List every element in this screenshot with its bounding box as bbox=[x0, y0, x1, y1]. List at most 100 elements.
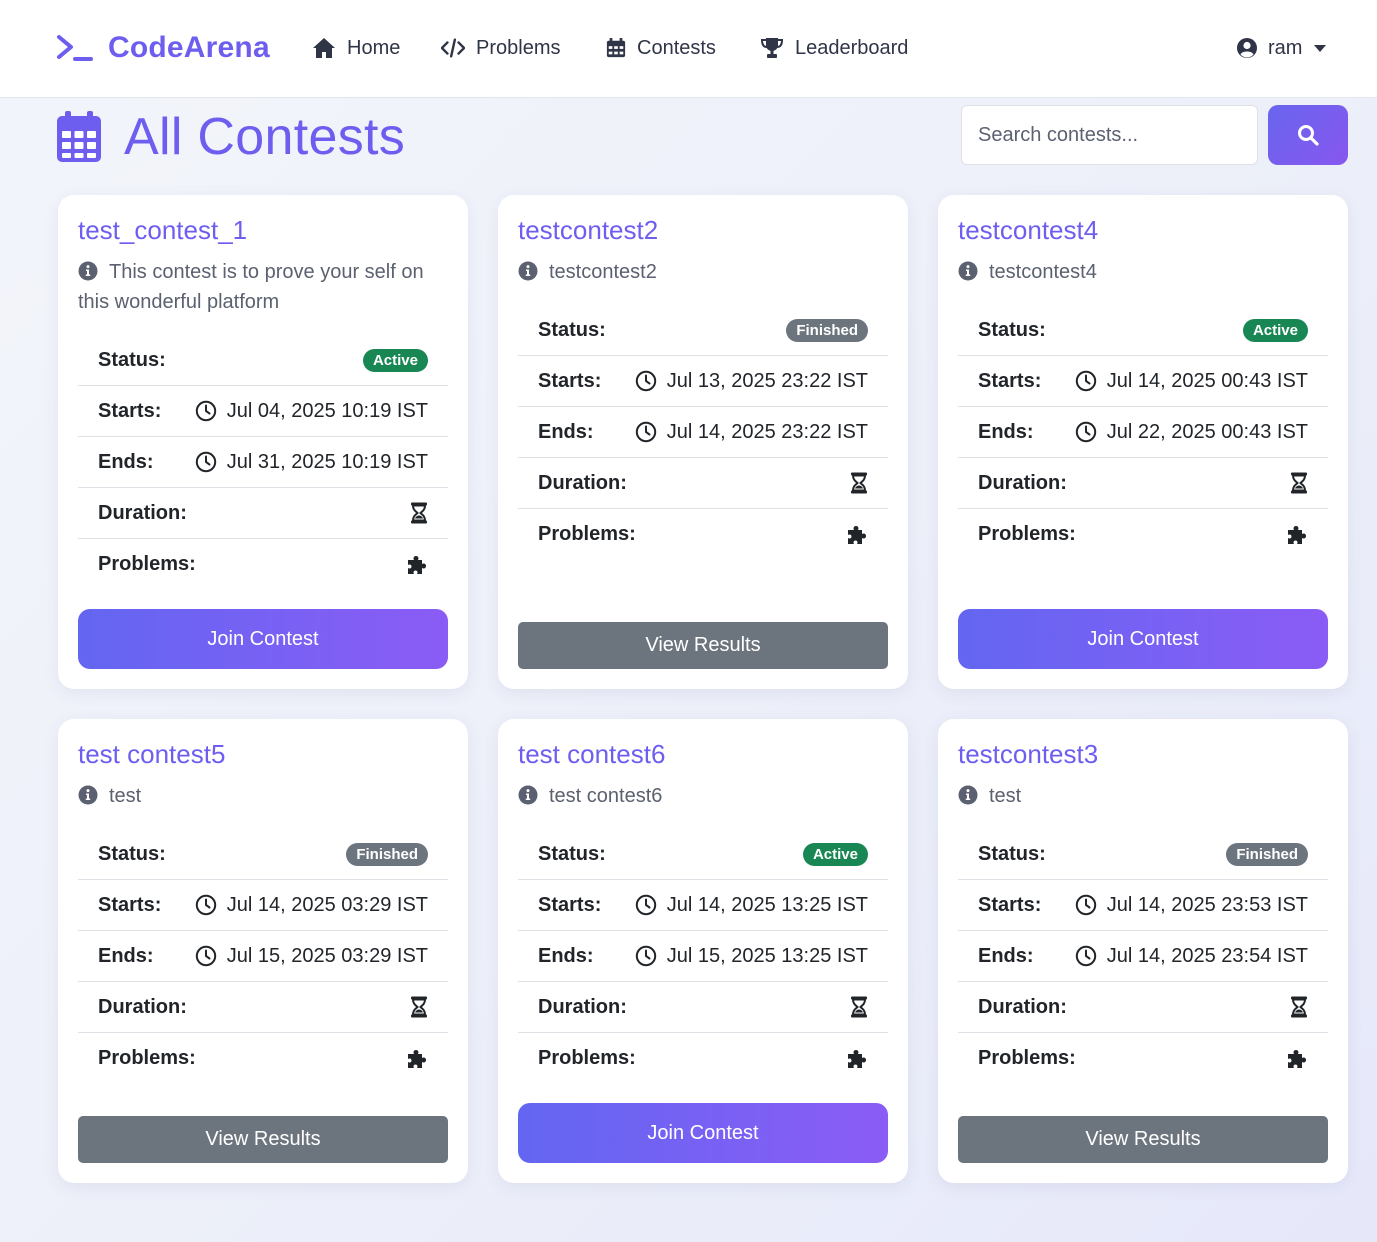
starts-label: Starts: bbox=[978, 369, 1042, 392]
starts-time: Jul 14, 2025 23:53 IST bbox=[1106, 893, 1308, 916]
status-label: Status: bbox=[538, 318, 606, 341]
join-contest-button[interactable]: Join Contest bbox=[518, 1103, 888, 1163]
starts-value: Jul 04, 2025 10:19 IST bbox=[195, 400, 428, 423]
contest-info-table: Status: Active Starts: Jul 04, 2025 10:1… bbox=[78, 335, 448, 590]
view-results-button[interactable]: View Results bbox=[958, 1116, 1328, 1163]
hourglass-icon bbox=[851, 996, 867, 1018]
contest-info-table: Status: Finished Starts: Jul 13, 2025 23… bbox=[518, 305, 888, 560]
ends-time: Jul 22, 2025 00:43 IST bbox=[1106, 420, 1308, 443]
status-badge: Finished bbox=[346, 842, 428, 866]
status-row: Status: Finished bbox=[958, 829, 1328, 880]
clock-icon bbox=[1075, 421, 1096, 443]
problems-value bbox=[1286, 524, 1308, 546]
join-contest-button[interactable]: Join Contest bbox=[78, 609, 448, 669]
status-badge: Active bbox=[802, 842, 868, 866]
search-button[interactable] bbox=[1268, 105, 1348, 165]
ends-row: Ends: Jul 15, 2025 03:29 IST bbox=[78, 931, 448, 982]
status-label: Status: bbox=[98, 842, 166, 865]
contest-title[interactable]: test_contest_1 bbox=[78, 215, 247, 246]
puzzle-icon bbox=[408, 1049, 426, 1068]
contest-description-text: This contest is to prove your self on th… bbox=[78, 261, 424, 313]
problems-row: Problems: bbox=[78, 1033, 448, 1084]
duration-value bbox=[850, 472, 868, 494]
nav-problems[interactable]: Problems bbox=[441, 30, 560, 66]
starts-row: Starts: Jul 14, 2025 13:25 IST bbox=[518, 880, 888, 931]
info-icon bbox=[518, 785, 538, 805]
clock-icon bbox=[1075, 894, 1096, 916]
trophy-icon bbox=[760, 38, 784, 58]
starts-time: Jul 14, 2025 13:25 IST bbox=[666, 893, 868, 916]
user-circle-icon bbox=[1237, 38, 1257, 58]
puzzle-icon bbox=[408, 555, 426, 574]
contest-title[interactable]: testcontest4 bbox=[958, 215, 1098, 246]
status-badge: Active bbox=[362, 348, 428, 372]
ends-label: Ends: bbox=[978, 420, 1034, 443]
contest-info-table: Status: Finished Starts: Jul 14, 2025 03… bbox=[78, 829, 448, 1084]
contest-title[interactable]: test contest5 bbox=[78, 739, 225, 770]
join-contest-button[interactable]: Join Contest bbox=[958, 609, 1328, 669]
view-results-button[interactable]: View Results bbox=[518, 622, 888, 669]
hourglass-icon bbox=[1291, 996, 1307, 1018]
contest-description-text: testcontest4 bbox=[989, 261, 1097, 283]
starts-time: Jul 14, 2025 00:43 IST bbox=[1106, 369, 1308, 392]
contest-title[interactable]: test contest6 bbox=[518, 739, 665, 770]
ends-value: Jul 15, 2025 03:29 IST bbox=[195, 945, 428, 968]
user-menu[interactable]: ram bbox=[1236, 30, 1327, 66]
hourglass-icon bbox=[411, 502, 427, 524]
ends-label: Ends: bbox=[98, 944, 154, 967]
status-label: Status: bbox=[978, 318, 1046, 341]
problems-value bbox=[846, 524, 868, 546]
search-input[interactable] bbox=[961, 105, 1258, 165]
duration-label: Duration: bbox=[538, 471, 627, 494]
status-label: Status: bbox=[978, 842, 1046, 865]
puzzle-icon bbox=[1288, 1049, 1306, 1068]
problems-value bbox=[1286, 1048, 1308, 1070]
contest-description: testcontest4 bbox=[958, 257, 1333, 287]
starts-value: Jul 14, 2025 13:25 IST bbox=[635, 894, 868, 917]
ends-time: Jul 15, 2025 13:25 IST bbox=[666, 944, 868, 967]
search-icon bbox=[1298, 125, 1319, 146]
status-label: Status: bbox=[98, 348, 166, 371]
nav-contests[interactable]: Contests bbox=[606, 30, 716, 66]
contest-description-text: test bbox=[109, 785, 142, 807]
problems-row: Problems: bbox=[958, 509, 1328, 560]
status-row: Status: Active bbox=[78, 335, 448, 386]
hourglass-icon bbox=[1291, 472, 1307, 494]
problems-value bbox=[406, 1048, 428, 1070]
problems-row: Problems: bbox=[78, 539, 448, 590]
duration-row: Duration: bbox=[958, 458, 1328, 509]
contest-description: test bbox=[78, 781, 453, 811]
info-icon bbox=[78, 261, 98, 281]
view-results-button[interactable]: View Results bbox=[78, 1116, 448, 1163]
chevron-down-icon bbox=[1314, 44, 1327, 52]
problems-label: Problems: bbox=[538, 523, 636, 545]
nav-leaderboard[interactable]: Leaderboard bbox=[760, 30, 908, 66]
info-icon bbox=[958, 785, 978, 805]
ends-time: Jul 14, 2025 23:54 IST bbox=[1106, 944, 1308, 967]
duration-row: Duration: bbox=[518, 982, 888, 1033]
brand-link[interactable]: CodeArena bbox=[56, 28, 270, 68]
contest-info-table: Status: Active Starts: Jul 14, 2025 00:4… bbox=[958, 305, 1328, 560]
info-icon bbox=[78, 785, 98, 805]
duration-row: Duration: bbox=[78, 488, 448, 539]
problems-value bbox=[846, 1048, 868, 1070]
status-label: Status: bbox=[538, 842, 606, 865]
starts-time: Jul 13, 2025 23:22 IST bbox=[666, 369, 868, 392]
status-badge: Finished bbox=[786, 318, 868, 342]
duration-label: Duration: bbox=[978, 471, 1067, 494]
starts-row: Starts: Jul 14, 2025 00:43 IST bbox=[958, 356, 1328, 407]
nav-problems-label: Problems bbox=[476, 36, 561, 59]
puzzle-icon bbox=[848, 1049, 866, 1068]
contest-info-table: Status: Active Starts: Jul 14, 2025 13:2… bbox=[518, 829, 888, 1084]
starts-value: Jul 14, 2025 23:53 IST bbox=[1075, 894, 1308, 917]
starts-label: Starts: bbox=[98, 399, 162, 422]
nav-home[interactable]: Home bbox=[312, 30, 400, 66]
status-badge: Finished bbox=[1226, 842, 1308, 866]
user-name: ram bbox=[1268, 36, 1303, 59]
ends-row: Ends: Jul 22, 2025 00:43 IST bbox=[958, 407, 1328, 458]
contest-title[interactable]: testcontest2 bbox=[518, 215, 658, 246]
clock-icon bbox=[635, 421, 656, 443]
clock-icon bbox=[195, 945, 216, 967]
starts-value: Jul 14, 2025 00:43 IST bbox=[1075, 370, 1308, 393]
contest-title[interactable]: testcontest3 bbox=[958, 739, 1098, 770]
